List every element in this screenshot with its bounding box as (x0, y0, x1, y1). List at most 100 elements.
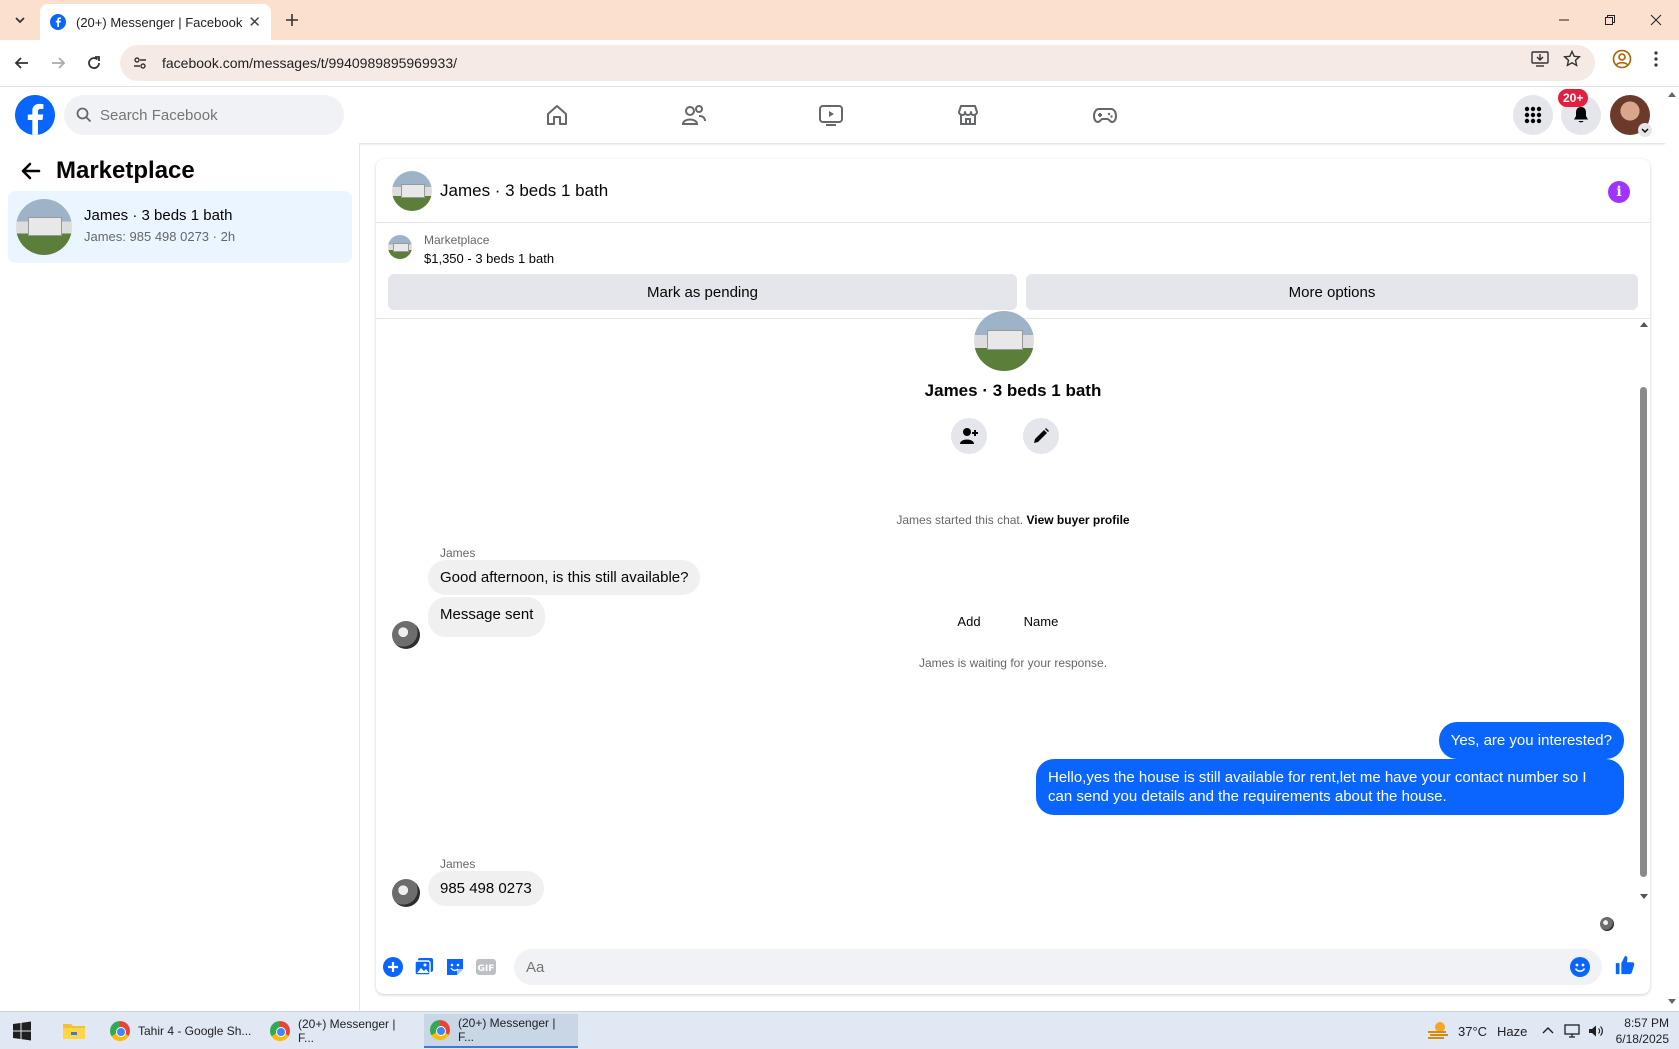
chrome-icon (430, 1020, 450, 1040)
browser-menu-dots-icon[interactable] (1646, 49, 1666, 69)
show-hidden-icons-chevron-icon[interactable] (1542, 1025, 1554, 1037)
chat-header: James · 3 beds 1 bath i (376, 159, 1650, 223)
photo-attach-icon[interactable] (413, 956, 435, 978)
outgoing-message[interactable]: Yes, are you interested? (1438, 722, 1624, 759)
thumbs-up-like-icon[interactable] (1614, 954, 1636, 976)
folder-icon (63, 1024, 85, 1039)
chat-started-text: James started this chat. (896, 513, 1024, 527)
message-input[interactable] (526, 958, 1570, 976)
chat-header-name[interactable]: James · 3 beds 1 bath (440, 181, 608, 201)
waiting-text: James is waiting for your response. (918, 656, 1108, 670)
message-input-box[interactable] (514, 949, 1602, 985)
browser-toolbar: facebook.com/messages/t/9940989895969933… (0, 40, 1679, 87)
windows-taskbar: Tahir 4 - Google Sh... (20+) Messenger |… (0, 1011, 1679, 1049)
conversation-sidebar: Marketplace James · 3 beds 1 bath James:… (0, 143, 360, 1011)
tab-title: (20+) Messenger | Facebook (76, 14, 243, 30)
forward-arrow-icon[interactable] (46, 51, 70, 75)
tray-icons (1542, 1012, 1604, 1049)
sticker-icon[interactable] (444, 956, 466, 978)
info-icon[interactable]: i (1608, 181, 1630, 203)
site-info-icon[interactable] (132, 55, 148, 71)
nav-friends-icon[interactable] (639, 95, 749, 135)
svg-text:GIF: GIF (478, 964, 495, 974)
incoming-message[interactable]: 985 498 0273 (428, 871, 544, 906)
edit-name-button[interactable] (1023, 418, 1059, 454)
facebook-header: 20+ (0, 87, 1679, 143)
install-app-icon[interactable] (1530, 49, 1550, 69)
minimize-icon[interactable] (1541, 0, 1587, 40)
reload-icon[interactable] (82, 51, 106, 75)
page-scrollbar[interactable] (1665, 87, 1679, 1011)
incoming-message[interactable]: Good afternoon, is this still available? (428, 560, 701, 595)
chat-header-avatar[interactable] (392, 171, 432, 211)
page-scroll-up-icon[interactable] (1668, 91, 1676, 97)
page-scroll-down-icon[interactable] (1668, 999, 1676, 1005)
scroll-down-icon[interactable] (1640, 894, 1648, 900)
facebook-search-bar[interactable] (64, 95, 344, 135)
nav-video-icon[interactable] (776, 95, 886, 135)
add-label: Add (957, 614, 981, 629)
message-scrollbar-thumb[interactable] (1640, 387, 1647, 877)
pencil-icon (1034, 428, 1049, 443)
listing-thumbnail[interactable] (388, 235, 412, 259)
menu-grid-icon[interactable] (1513, 95, 1553, 135)
more-actions-plus-icon[interactable] (382, 956, 404, 978)
chat-profile-avatar (974, 311, 1034, 371)
system-clock[interactable]: 8:57 PM 6/18/2025 (1616, 1015, 1669, 1047)
seen-indicator-avatar (1600, 917, 1614, 931)
gif-icon[interactable]: GIF (475, 956, 497, 978)
weather-widget[interactable]: 37°C Haze (1426, 1012, 1527, 1049)
back-arrow-icon[interactable] (10, 51, 34, 75)
nav-home-icon[interactable] (502, 95, 612, 135)
more-options-button[interactable]: More options (1026, 274, 1638, 310)
scroll-up-icon[interactable] (1640, 321, 1648, 327)
facebook-favicon-icon (50, 14, 66, 30)
search-icon (76, 107, 92, 123)
taskbar-item-label: (20+) Messenger | F... (458, 1016, 556, 1044)
new-tab-plus-icon[interactable] (280, 8, 304, 32)
conversation-avatar (16, 199, 72, 255)
restore-icon[interactable] (1587, 0, 1633, 40)
view-buyer-profile-link[interactable]: View buyer profile (1026, 513, 1129, 527)
weather-temp: 37°C (1458, 1023, 1488, 1039)
volume-icon[interactable] (1588, 1024, 1604, 1038)
mark-as-pending-button[interactable]: Mark as pending (388, 274, 1017, 310)
bookmark-star-icon[interactable] (1562, 49, 1582, 69)
taskbar-item-messenger-2[interactable]: (20+) Messenger | F... (424, 1014, 578, 1048)
tab-close-icon[interactable]: ✕ (248, 13, 261, 31)
clock-date: 6/18/2025 (1615, 1032, 1669, 1046)
taskbar-item-sheets[interactable]: Tahir 4 - Google Sh... (104, 1014, 258, 1048)
listing-price-title[interactable]: $1,350 - 3 beds 1 bath (424, 251, 554, 266)
start-button[interactable] (6, 1014, 38, 1048)
back-arrow-icon[interactable] (20, 160, 42, 182)
weather-desc: Haze (1497, 1023, 1528, 1039)
incoming-message[interactable]: Message sent (428, 597, 546, 637)
add-person-button[interactable] (951, 418, 987, 454)
file-explorer-button[interactable] (56, 1014, 92, 1048)
conversation-preview: James: 985 498 0273 · 2h (84, 229, 236, 244)
conversation-item[interactable]: James · 3 beds 1 bath James: 985 498 027… (8, 191, 352, 263)
emoji-icon[interactable] (1570, 957, 1590, 977)
close-window-icon[interactable] (1633, 0, 1679, 40)
sender-avatar (392, 621, 420, 649)
nav-gaming-icon[interactable] (1050, 95, 1160, 135)
account-chevron-icon[interactable] (1638, 123, 1652, 137)
address-bar[interactable]: facebook.com/messages/t/9940989895969933… (120, 45, 1595, 81)
profile-circle-icon[interactable] (1612, 49, 1632, 69)
search-input[interactable] (100, 106, 320, 124)
taskbar-item-label: Tahir 4 - Google Sh... (138, 1024, 252, 1038)
facebook-logo-icon[interactable] (15, 95, 55, 135)
haze-weather-icon (1428, 1022, 1448, 1039)
taskbar-item-messenger-1[interactable]: (20+) Messenger | F... (264, 1014, 418, 1048)
browser-tabstrip: (20+) Messenger | Facebook ✕ (0, 0, 1679, 40)
network-icon[interactable] (1564, 1024, 1580, 1038)
windows-logo-icon (13, 1021, 31, 1041)
sidebar-header: Marketplace (20, 157, 195, 185)
tab-search-chevron-icon[interactable] (8, 8, 32, 32)
browser-tab-active[interactable]: (20+) Messenger | Facebook ✕ (40, 4, 271, 40)
outgoing-message[interactable]: Hello,yes the house is still available f… (1036, 759, 1624, 815)
chrome-icon (270, 1021, 290, 1041)
sender-avatar (392, 879, 420, 907)
add-person-icon (960, 428, 978, 444)
nav-marketplace-icon[interactable] (913, 95, 1023, 135)
